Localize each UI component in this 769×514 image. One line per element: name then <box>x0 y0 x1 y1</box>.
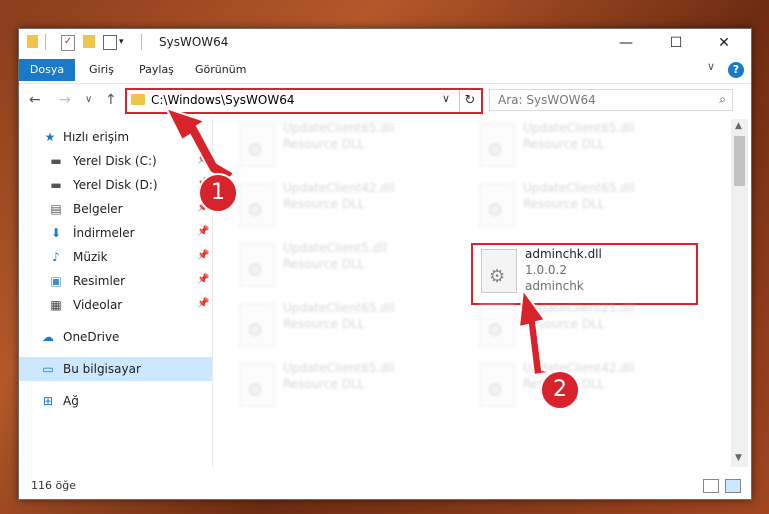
arrow-2 <box>517 287 554 377</box>
arrow-1 <box>164 106 236 184</box>
annotation-arrows <box>164 106 554 377</box>
callout-2: 2 <box>540 370 580 410</box>
callout-1: 1 <box>198 173 238 213</box>
